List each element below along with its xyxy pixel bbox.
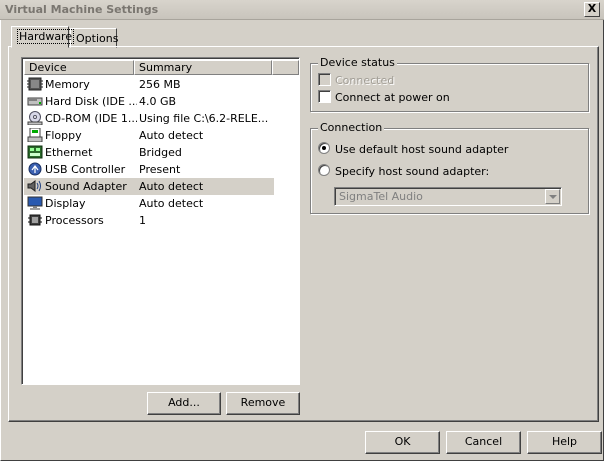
floppy-icon [27,128,43,142]
chevron-down-icon[interactable] [545,189,560,204]
monitor-icon [27,196,43,210]
device-name: Processors [45,214,104,227]
device-summary: Bridged [139,146,182,159]
host-sound-adapter-value: SigmaTel Audio [339,190,423,203]
device-row-processors[interactable]: Processors 1 [24,212,274,229]
tab-options[interactable]: Options [70,28,119,48]
column-header-filler [272,60,299,75]
usb-icon [28,162,42,176]
ok-button[interactable]: OK [365,431,440,454]
device-summary: Auto detect [139,180,204,193]
device-name: Sound Adapter [45,180,127,193]
device-name: CD-ROM (IDE 1... [45,112,137,125]
device-name: Memory [45,78,90,91]
device-summary: Present [139,163,181,176]
cdrom-icon [27,111,43,125]
tab-hardware[interactable]: Hardware [11,26,75,48]
hard-disk-icon [27,97,43,106]
connected-checkbox[interactable] [318,73,331,86]
speaker-icon [27,180,41,192]
device-name: Ethernet [45,146,93,159]
device-row-sound-adapter[interactable]: Sound Adapter Auto detect [24,178,274,195]
device-summary: 4.0 GB [139,95,177,108]
use-default-adapter-label: Use default host sound adapter [335,143,509,156]
device-row-floppy[interactable]: Floppy Auto detect [24,127,274,144]
column-header-device[interactable]: Device [24,60,134,75]
device-summary: Auto detect [139,129,204,142]
ethernet-icon [27,145,43,159]
device-row-memory[interactable]: Memory 256 MB [24,76,274,93]
tab-options-label: Options [76,32,119,45]
device-name: Hard Disk (IDE ... [45,95,137,108]
processor-icon [28,214,42,226]
add-device-button[interactable]: Add... [147,392,221,415]
device-name: Display [45,197,86,210]
device-list[interactable]: Device Summary Memory 256 MB Hard Disk (… [21,57,300,385]
connected-label: Connected [335,74,395,87]
close-button[interactable]: X [584,2,600,17]
device-status-group: Device status [310,56,589,112]
host-sound-adapter-select[interactable]: SigmaTel Audio [334,187,562,206]
device-summary: Using file C:\6.2-RELE... [139,112,269,125]
cancel-button[interactable]: Cancel [446,431,521,454]
help-button[interactable]: Help [527,431,602,454]
device-list-header: Device Summary [24,60,299,75]
remove-device-button[interactable]: Remove [226,392,300,415]
device-status-legend: Device status [318,56,397,69]
device-summary: 1 [139,214,146,227]
device-row-display[interactable]: Display Auto detect [24,195,274,212]
use-default-adapter-radio[interactable] [318,142,330,154]
device-summary: 256 MB [139,78,181,91]
connect-at-power-on-label: Connect at power on [335,91,450,104]
device-row-usb-controller[interactable]: USB Controller Present [24,161,274,178]
device-name: USB Controller [45,163,126,176]
connect-at-power-on-checkbox[interactable] [318,90,331,103]
specify-adapter-label: Specify host sound adapter: [335,165,490,178]
tab-hardware-label: Hardware [17,29,75,44]
specify-adapter-radio[interactable] [318,164,330,176]
device-row-cdrom[interactable]: CD-ROM (IDE 1... Using file C:\6.2-RELE.… [24,110,274,127]
memory-icon [27,77,43,91]
column-header-summary[interactable]: Summary [134,60,272,75]
device-name: Floppy [45,129,82,142]
title-bar: Virtual Machine Settings X [0,0,604,20]
connection-legend: Connection [318,121,385,134]
device-row-hard-disk[interactable]: Hard Disk (IDE ... 4.0 GB [24,93,274,110]
device-summary: Auto detect [139,197,204,210]
window-title: Virtual Machine Settings [5,3,159,16]
device-row-ethernet[interactable]: Ethernet Bridged [24,144,274,161]
